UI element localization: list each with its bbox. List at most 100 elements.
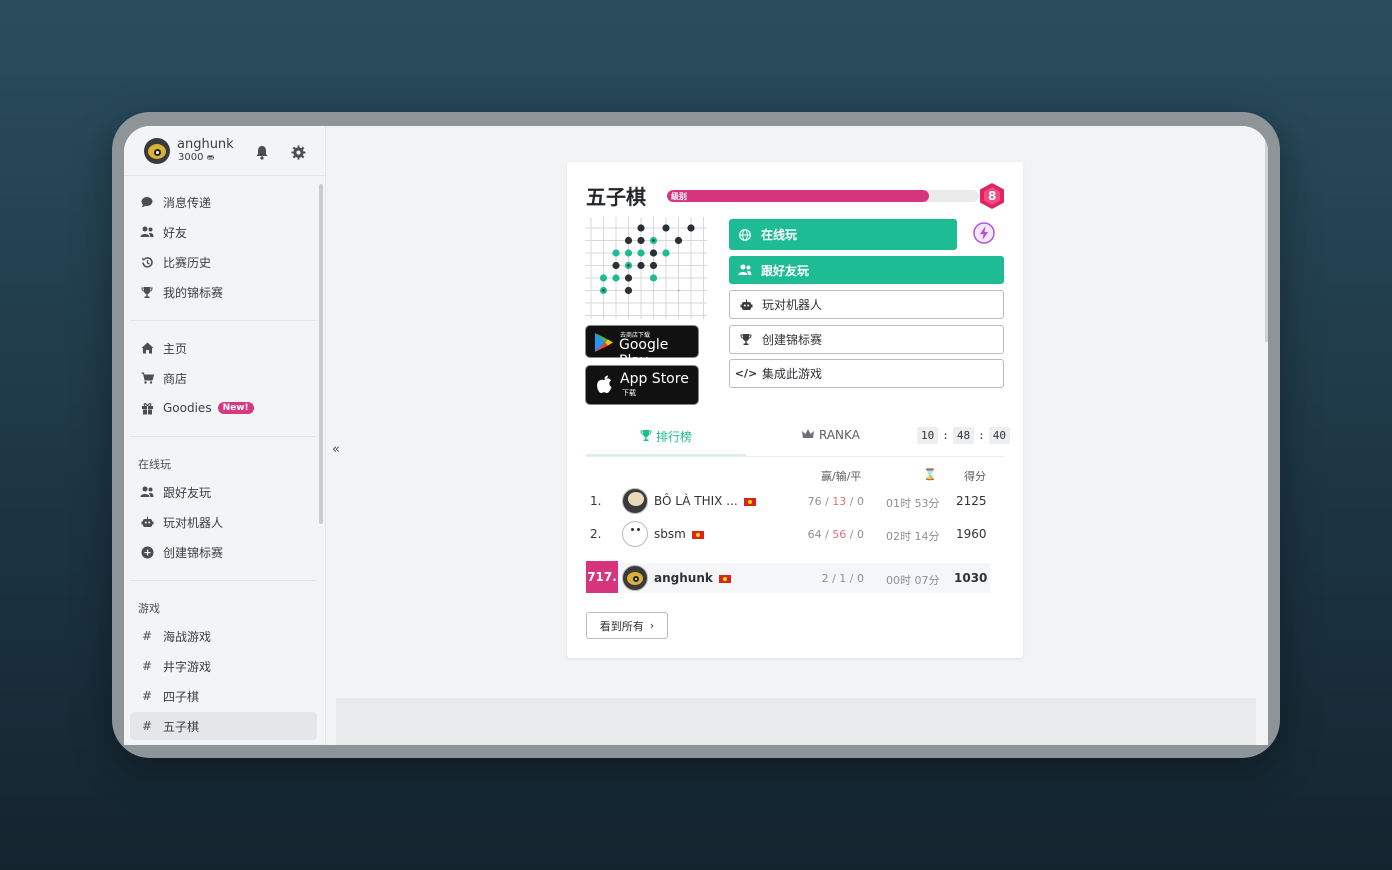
sidebar-item-battleship[interactable]: # 海战游戏: [130, 622, 317, 650]
lightning-icon[interactable]: [973, 222, 995, 244]
chevron-right-icon: ›: [649, 619, 655, 632]
sidebar-item-label: 我的锦标赛: [163, 285, 224, 300]
sidebar-item-home[interactable]: 主页: [130, 334, 317, 362]
hash-icon: #: [141, 629, 153, 643]
main-scrollbar[interactable]: [1265, 132, 1268, 342]
sidebar-item-history[interactable]: 比赛历史: [130, 248, 317, 276]
coins-icon: ⛂: [206, 153, 215, 163]
friends-icon: [140, 485, 154, 499]
hourglass-icon: ⌛: [923, 468, 937, 481]
create-tournament-button[interactable]: 创建锦标赛: [729, 325, 1004, 354]
table-row[interactable]: 2. sbsm 64 / 56 / 0 02时 14分 1960: [586, 519, 990, 549]
main-content: « 五子棋 级别 8 去商店下载 Google Play App Store 下…: [327, 126, 1268, 745]
player-name[interactable]: sbsm: [654, 527, 704, 541]
table-row[interactable]: 1. BÔ LÀ THIX ... 76 / 13 / 0 01时 53分 21…: [586, 486, 990, 516]
level-label: 级别: [671, 192, 687, 201]
app-store-button[interactable]: App Store 下载: [585, 365, 699, 405]
timer-minutes: 48: [952, 427, 975, 444]
user-header: anghunk 3000 ⛂: [124, 126, 326, 176]
divider: [130, 320, 316, 321]
gift-icon: [140, 401, 154, 415]
sidebar-item-play-friends[interactable]: 跟好友玩: [130, 478, 317, 506]
play-vs-robot-label: 玩对机器人: [762, 298, 823, 312]
coin-count: 3000: [178, 152, 204, 163]
player-name[interactable]: anghunk: [654, 571, 731, 585]
see-all-button[interactable]: 看到所有 ›: [586, 612, 668, 639]
google-play-icon: [594, 332, 614, 357]
my-rank-row[interactable]: 717. anghunk 2 / 1 / 0 00时 07分 1030: [586, 561, 990, 593]
play-time: 02时 14分: [886, 530, 940, 543]
collapse-sidebar-button[interactable]: «: [327, 438, 345, 460]
hash-icon: #: [141, 719, 153, 733]
play-online-button[interactable]: 在线玩: [729, 219, 957, 250]
sidebar-scrollbar[interactable]: [319, 184, 323, 524]
bell-icon[interactable]: [254, 144, 270, 160]
chat-icon: [140, 195, 154, 209]
sidebar-item-label: 主页: [163, 341, 188, 356]
avatar: [622, 488, 648, 514]
win-loss-draw: 64 / 56 / 0: [807, 528, 864, 541]
sidebar-item-play-robot[interactable]: 玩对机器人: [130, 508, 317, 536]
sidebar-item-label: 消息传递: [163, 195, 212, 210]
tab-leaderboard[interactable]: 排行榜: [640, 428, 692, 445]
gomoku-board-preview[interactable]: [585, 217, 707, 319]
sidebar-item-my-tournaments[interactable]: 我的锦标赛: [130, 278, 317, 306]
sidebar-item-label: 玩对机器人: [163, 515, 224, 530]
countdown-timer: 10 : 48 : 40: [917, 427, 1010, 444]
play-with-friends-label: 跟好友玩: [761, 263, 810, 278]
new-badge: New!: [217, 402, 254, 414]
code-icon: </>: [734, 367, 758, 380]
avatar: [622, 521, 648, 547]
history-icon: [140, 255, 154, 269]
tab-ranka-label: RANKA: [819, 428, 860, 442]
play-with-friends-button[interactable]: 跟好友玩: [729, 256, 1004, 284]
section-heading-games: 游戏: [138, 602, 160, 615]
play-vs-robot-button[interactable]: 玩对机器人: [729, 290, 1004, 319]
tab-ranka[interactable]: RANKA: [801, 428, 860, 442]
level-progress-bar: [667, 190, 979, 202]
sidebar-item-tic-tac-toe[interactable]: # 井字游戏: [130, 652, 317, 680]
username[interactable]: anghunk: [177, 137, 234, 152]
sidebar-item-label: 商店: [163, 371, 188, 386]
sidebar-item-shop[interactable]: 商店: [130, 364, 317, 392]
embed-game-button[interactable]: </> 集成此游戏: [729, 359, 1004, 388]
avatar[interactable]: [144, 138, 170, 164]
friends-icon: [738, 264, 752, 276]
sidebar-item-create-tournament[interactable]: 创建锦标赛: [130, 538, 317, 566]
google-play-button[interactable]: 去商店下载 Google Play: [585, 325, 699, 369]
friends-icon: [140, 225, 154, 239]
sidebar-item-gomoku[interactable]: # 五子棋: [130, 712, 317, 740]
win-loss-draw: 2 / 1 / 0: [821, 572, 864, 585]
sidebar-item-goodies[interactable]: Goodies New!: [130, 394, 317, 422]
gear-icon[interactable]: [290, 144, 306, 160]
home-icon: [140, 341, 154, 355]
vietnam-flag-icon: [691, 530, 704, 539]
sidebar-item-connect-four[interactable]: # 四子棋: [130, 682, 317, 710]
hash-icon: #: [141, 689, 153, 703]
play-online-label: 在线玩: [761, 228, 798, 242]
globe-icon: [738, 228, 752, 241]
trophy-icon: [140, 285, 154, 299]
section-heading-play: 在线玩: [138, 458, 171, 471]
app-store-caption: 下载: [622, 389, 636, 397]
my-rank: 717.: [586, 561, 618, 593]
divider: [130, 436, 316, 437]
app-window: anghunk 3000 ⛂ 消息传递 好友 比赛历史 我的锦标赛 主页 商店 …: [124, 126, 1268, 745]
crown-icon: [801, 428, 815, 442]
sidebar-item-label: 五子棋: [163, 719, 200, 734]
level-progress-fill: [667, 190, 930, 202]
sidebar-item-messages[interactable]: 消息传递: [130, 188, 317, 216]
vietnam-flag-icon: [718, 574, 731, 583]
hash-icon: #: [141, 659, 153, 673]
sidebar-item-label: 创建锦标赛: [163, 545, 224, 560]
play-time: 00时 07分: [886, 574, 940, 587]
sidebar-item-label: 井字游戏: [163, 659, 212, 674]
divider: [130, 580, 316, 581]
timer-hours: 10: [917, 427, 939, 444]
sidebar-item-label: 四子棋: [163, 689, 200, 704]
vietnam-flag-icon: [743, 497, 756, 506]
player-name[interactable]: BÔ LÀ THIX ...: [654, 494, 756, 508]
score: 1030: [954, 571, 988, 585]
sidebar-item-friends[interactable]: 好友: [130, 218, 317, 246]
sidebar-item-label: 跟好友玩: [163, 485, 212, 500]
